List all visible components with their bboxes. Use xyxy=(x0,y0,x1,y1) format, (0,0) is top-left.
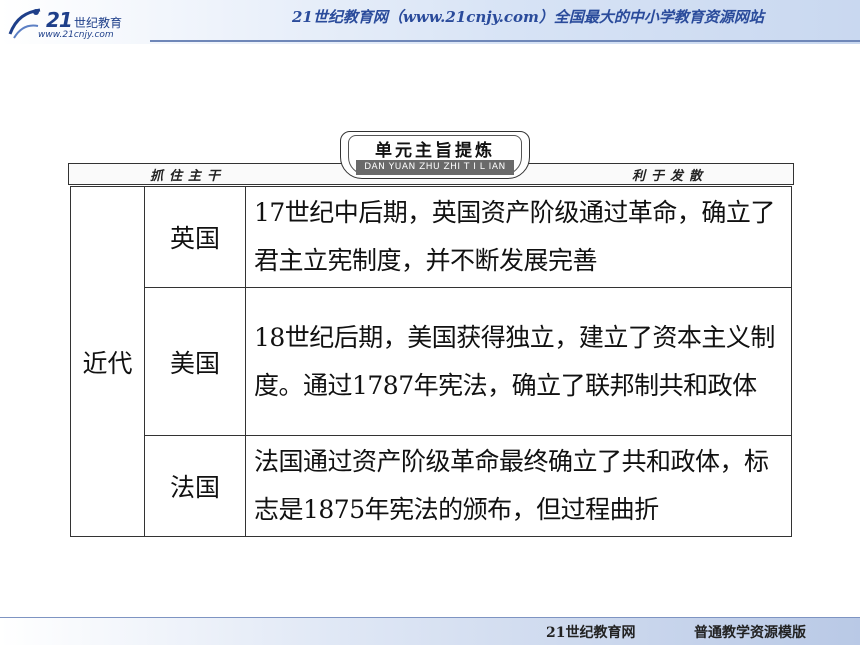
logo-text: 世纪教育 xyxy=(74,16,123,30)
table-row: 美国 18世纪后期，美国获得独立，建立了资本主义制度。通过1787年宪法，确立了… xyxy=(71,287,792,436)
site-logo[interactable]: 21 世纪教育 www.21cnjy.com xyxy=(6,2,146,42)
description-cell: 18世纪后期，美国获得独立，建立了资本主义制度。通过1787年宪法，确立了联邦制… xyxy=(245,287,792,436)
site-tagline: 21世纪教育网（www.21cnjy.com）全国最大的中小学教育资源网站 xyxy=(292,8,764,26)
description-cell: 17世纪中后期，英国资产阶级通过革命，确立了君主立宪制度，并不断发展完善 xyxy=(245,186,792,288)
logo-number: 21 xyxy=(46,8,73,32)
banner-right-label: 利于发散 xyxy=(632,169,709,184)
description-cell: 法国通过资产阶级革命最终确立了共和政体，标志是1875年宪法的颁布，但过程曲折 xyxy=(245,435,792,537)
country-cell: 英国 xyxy=(144,186,246,288)
banner-title: 单元主旨提炼 xyxy=(375,141,495,161)
footer-template-label: 普通教学资源模版 xyxy=(694,625,806,641)
table-row: 近代 英国 17世纪中后期，英国资产阶级通过革命，确立了君主立宪制度，并不断发展… xyxy=(70,186,792,537)
summary-table: 近代 英国 17世纪中后期，英国资产阶级通过革命，确立了君主立宪制度，并不断发展… xyxy=(70,186,792,537)
logo-url: www.21cnjy.com xyxy=(38,30,114,40)
country-cell: 法国 xyxy=(144,435,246,537)
banner-subtitle: DAN YUAN ZHU ZHI T I L IAN xyxy=(356,160,514,175)
footer-site-name[interactable]: 21世纪教育网 xyxy=(546,622,635,642)
country-cell: 美国 xyxy=(144,287,246,436)
era-cell: 近代 xyxy=(70,186,145,537)
footer-divider xyxy=(0,617,860,618)
table-row: 法国 法国通过资产阶级革命最终确立了共和政体，标志是1875年宪法的颁布，但过程… xyxy=(71,435,792,537)
header-divider xyxy=(150,40,860,42)
banner-left-label: 抓住主干 xyxy=(150,169,227,184)
